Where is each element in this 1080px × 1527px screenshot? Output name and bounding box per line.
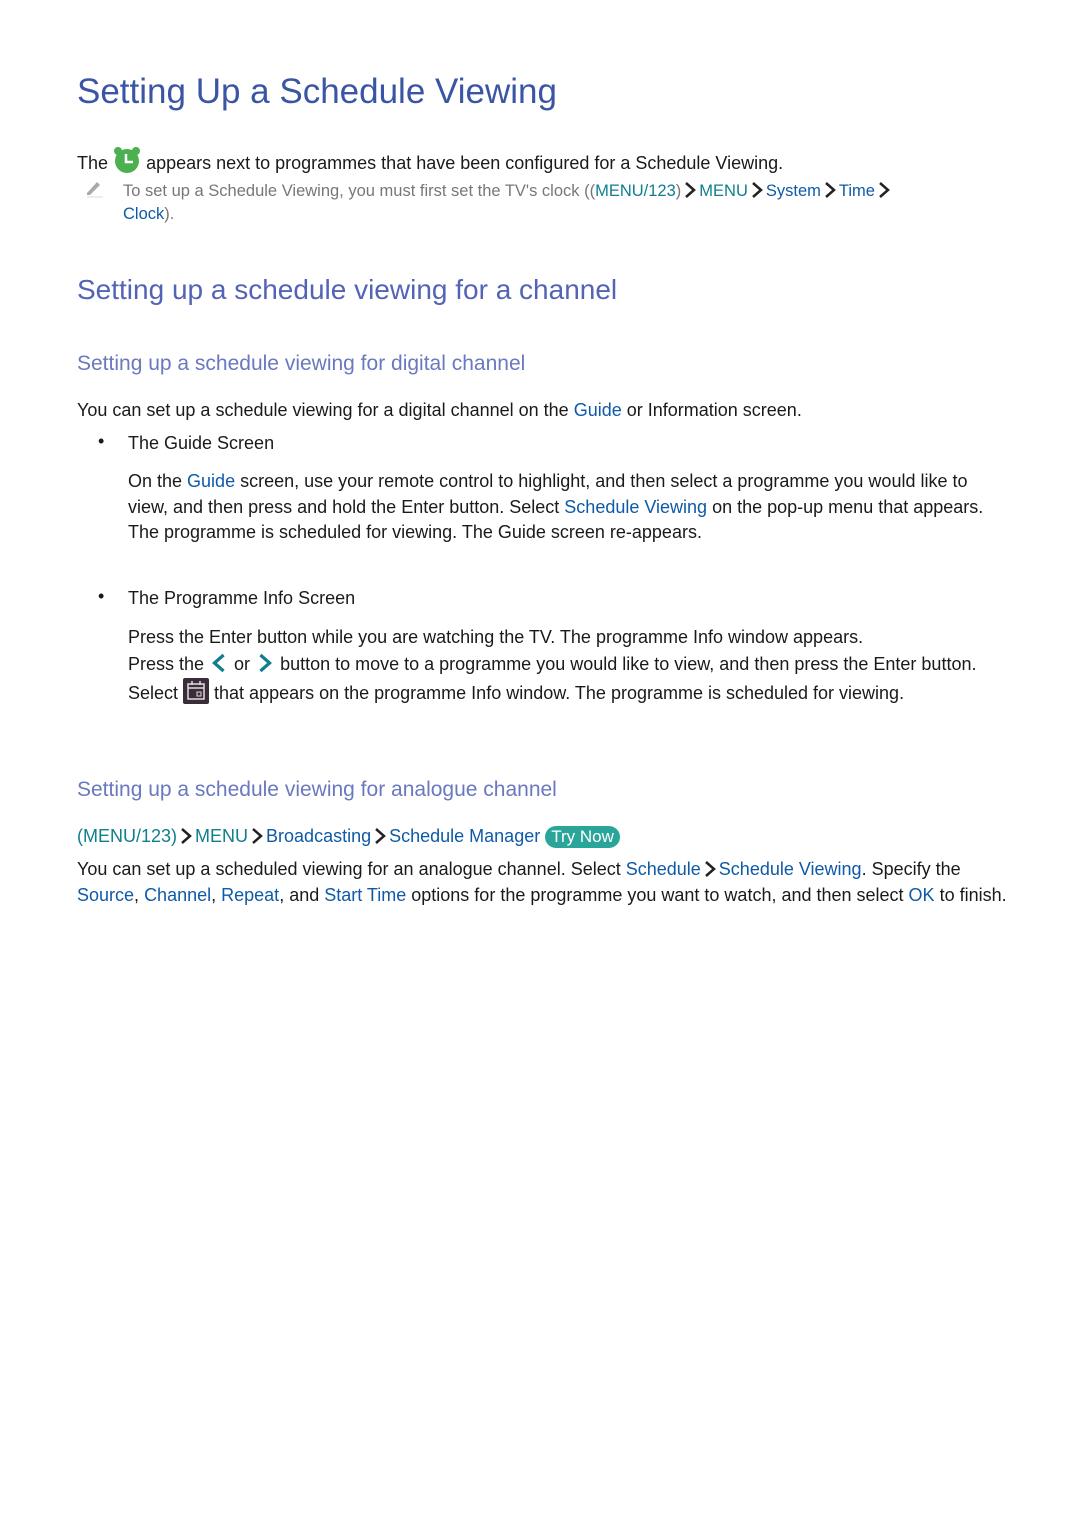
channel-link[interactable]: Channel [144, 885, 211, 905]
clock-note: To set up a Schedule Viewing, you must f… [123, 180, 1023, 226]
text: , and [279, 884, 325, 905]
text: . Specify the [861, 859, 961, 879]
start-time-link[interactable]: Start Time [324, 885, 406, 905]
menu-123-link[interactable]: MENU/123 [595, 182, 676, 200]
schedule-link[interactable]: Schedule [626, 859, 701, 879]
bullet-dot: • [98, 586, 105, 606]
analogue-menu-path: (MENU/123) MENU Broadcasting Schedule Manag… [77, 824, 620, 850]
programme-info-heading: The Programme Info Screen [128, 588, 356, 608]
pencil-icon [84, 178, 104, 203]
chevron-right-icon [252, 828, 263, 844]
schedule-viewing-link[interactable]: Schedule Viewing [564, 497, 707, 517]
page-title: Setting Up a Schedule Viewing [77, 72, 557, 111]
time-link[interactable]: Time [839, 182, 875, 200]
ok-link[interactable]: OK [909, 885, 935, 905]
guide-link[interactable]: Guide [574, 400, 622, 420]
note-end: ). [164, 205, 175, 223]
schedule-viewing-link[interactable]: Schedule Viewing [719, 859, 862, 879]
text: , [134, 884, 145, 905]
intro-before: The [77, 153, 109, 173]
menu-123-link[interactable]: (MENU/123) [77, 826, 177, 846]
broadcasting-link[interactable]: Broadcasting [266, 826, 371, 846]
section-title: Setting up a schedule viewing for a chan… [77, 274, 618, 305]
programme-info-paragraph: Press the Enter button while you are wat… [128, 624, 1008, 712]
text: You can set up a scheduled viewing for a… [77, 859, 626, 879]
chevron-right-icon [825, 182, 836, 198]
clock-link[interactable]: Clock [123, 205, 164, 223]
text: to finish. [934, 884, 1007, 905]
chevron-right-icon [879, 182, 890, 198]
digital-heading: Setting up a schedule viewing for digita… [77, 352, 526, 375]
chevron-left-icon [212, 653, 225, 673]
menu-link[interactable]: MENU [699, 182, 748, 200]
chevron-right-icon [685, 182, 697, 198]
chevron-right-icon [259, 653, 273, 673]
digital-intro: You can set up a schedule viewing for a … [77, 398, 802, 424]
guide-screen-paragraph: On the Guide screen, use your remote con… [128, 469, 1008, 546]
text: or [229, 654, 256, 674]
menu-link[interactable]: MENU [195, 826, 248, 846]
chevron-right-icon [375, 828, 387, 844]
text: , [211, 884, 222, 905]
note-text: To set up a Schedule Viewing, you must f… [123, 182, 596, 200]
text: that appears on the programme Info windo… [209, 683, 905, 703]
schedule-manager-link[interactable]: Schedule Manager [389, 826, 540, 846]
analogue-heading: Setting up a schedule viewing for analog… [77, 778, 557, 801]
system-link[interactable]: System [766, 182, 821, 200]
guide-screen-heading: The Guide Screen [128, 433, 275, 453]
chevron-right-icon [704, 861, 716, 877]
intro-after: appears next to programmes that have bee… [146, 153, 784, 173]
text: Press the [128, 654, 210, 674]
digital-intro-end: or Information screen. [621, 400, 802, 420]
text: options for the programme you want to wa… [406, 884, 909, 905]
try-now-button[interactable]: Try Now [545, 826, 620, 848]
source-link[interactable]: Source [77, 885, 134, 905]
analogue-paragraph: You can set up a scheduled viewing for a… [77, 857, 1007, 908]
text: Press the Enter button while you are wat… [128, 627, 864, 647]
text: On the [128, 471, 188, 491]
chevron-right-icon [181, 828, 192, 844]
bullet-dot: • [98, 431, 105, 451]
repeat-link[interactable]: Repeat [221, 885, 279, 905]
guide-link[interactable]: Guide [187, 471, 235, 491]
intro-paragraph: The appears next to programmes that have… [77, 146, 783, 182]
calendar-icon [183, 678, 210, 712]
alarm-clock-icon [113, 146, 141, 182]
chevron-right-icon [752, 182, 763, 198]
digital-intro-text: You can set up a schedule viewing for a … [77, 400, 574, 420]
